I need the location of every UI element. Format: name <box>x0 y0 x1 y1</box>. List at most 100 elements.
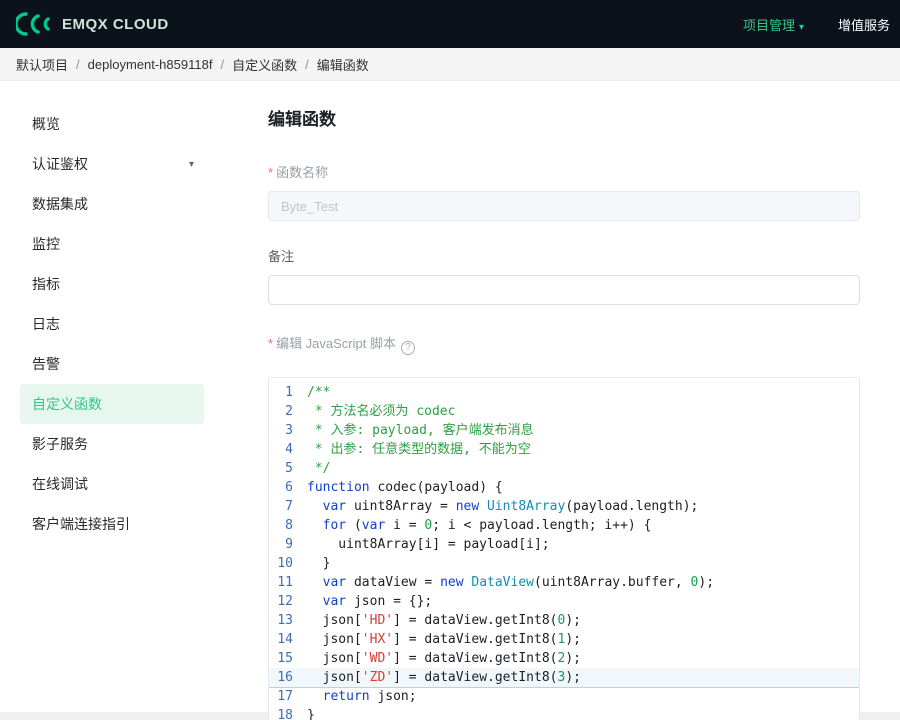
code-line[interactable]: 17 return json; <box>269 687 859 706</box>
nav-project-management[interactable]: 项目管理▾ <box>743 15 804 34</box>
breadcrumb-separator: / <box>220 57 224 72</box>
script-editor[interactable]: 1/**2 * 方法名必须为 codec3 * 入参: payload, 客户端… <box>268 377 860 720</box>
sidebar-item-label: 影子服务 <box>32 434 88 454</box>
sidebar-item-metrics[interactable]: 指标 <box>20 264 204 304</box>
code-line[interactable]: 2 * 方法名必须为 codec <box>269 402 859 421</box>
code-line[interactable]: 14 json['HX'] = dataView.getInt8(1); <box>269 630 859 649</box>
sidebar-item-label: 自定义函数 <box>32 394 102 414</box>
code-line[interactable]: 9 uint8Array[i] = payload[i]; <box>269 535 859 554</box>
required-mark: * <box>268 165 273 180</box>
breadcrumb: 默认项目 / deployment-h859118f / 自定义函数 / 编辑函数 <box>0 48 900 81</box>
top-navbar: EMQX CLOUD 项目管理▾ 增值服务 <box>0 0 900 48</box>
sidebar-item-label: 日志 <box>32 314 60 334</box>
sidebar-item-overview[interactable]: 概览 <box>20 104 204 144</box>
line-number: 12 <box>269 592 307 611</box>
breadcrumb-item[interactable]: 默认项目 <box>16 55 68 74</box>
sidebar-item-logs[interactable]: 日志 <box>20 304 204 344</box>
sidebar-item-alerts[interactable]: 告警 <box>20 344 204 384</box>
line-number: 9 <box>269 535 307 554</box>
code-line-text: json['HX'] = dataView.getInt8(1); <box>307 630 581 649</box>
code-line[interactable]: 7 var uint8Array = new Uint8Array(payloa… <box>269 497 859 516</box>
code-line[interactable]: 4 * 出参: 任意类型的数据, 不能为空 <box>269 440 859 459</box>
code-line-text: for (var i = 0; i < payload.length; i++)… <box>307 516 651 535</box>
line-number: 6 <box>269 478 307 497</box>
line-number: 5 <box>269 459 307 478</box>
breadcrumb-separator: / <box>76 57 80 72</box>
code-line-text: var json = {}; <box>307 592 432 611</box>
code-line-text: var dataView = new DataView(uint8Array.b… <box>307 573 714 592</box>
line-number: 16 <box>269 668 307 687</box>
code-line-text: json['WD'] = dataView.getInt8(2); <box>307 649 581 668</box>
line-number: 4 <box>269 440 307 459</box>
sidebar-item-data-integration[interactable]: 数据集成 <box>20 184 204 224</box>
chevron-down-icon: ▾ <box>189 159 194 170</box>
code-line[interactable]: 13 json['HD'] = dataView.getInt8(0); <box>269 611 859 630</box>
code-lines: 1/**2 * 方法名必须为 codec3 * 入参: payload, 客户端… <box>269 378 859 720</box>
sidebar-item-client-guide[interactable]: 客户端连接指引 <box>20 504 204 544</box>
code-line-text: } <box>307 554 330 573</box>
sidebar-item-label: 客户端连接指引 <box>32 514 130 534</box>
code-line-text: * 出参: 任意类型的数据, 不能为空 <box>307 440 531 459</box>
chevron-down-icon: ▾ <box>799 22 804 33</box>
code-line[interactable]: 6function codec(payload) { <box>269 478 859 497</box>
code-line[interactable]: 15 json['WD'] = dataView.getInt8(2); <box>269 649 859 668</box>
sidebar-item-monitor[interactable]: 监控 <box>20 224 204 264</box>
code-line-text: */ <box>307 459 330 478</box>
breadcrumb-item[interactable]: 自定义函数 <box>232 55 297 74</box>
code-line-text: } <box>307 706 315 720</box>
brand-logo[interactable]: EMQX CLOUD <box>16 11 169 37</box>
breadcrumb-item: 编辑函数 <box>317 55 369 74</box>
sidebar-item-label: 数据集成 <box>32 194 88 214</box>
emqx-logo-icon <box>16 11 54 37</box>
sidebar-item-auth[interactable]: 认证鉴权▾ <box>20 144 204 184</box>
sidebar: 概览认证鉴权▾ 数据集成监控指标日志告警自定义函数影子服务在线调试客户端连接指引 <box>0 81 224 712</box>
code-line[interactable]: 10 } <box>269 554 859 573</box>
required-mark: * <box>268 336 273 351</box>
code-line-text: * 方法名必须为 codec <box>307 402 455 421</box>
function-name-label: *函数名称 <box>268 162 860 181</box>
brand-name: EMQX CLOUD <box>62 16 169 33</box>
note-input[interactable] <box>268 275 860 305</box>
line-number: 15 <box>269 649 307 668</box>
code-line-text: json['ZD'] = dataView.getInt8(3); <box>307 668 581 687</box>
code-line-text: * 入参: payload, 客户端发布消息 <box>307 421 534 440</box>
nav-value-added-services[interactable]: 增值服务 <box>838 15 890 34</box>
line-number: 17 <box>269 687 307 706</box>
line-number: 1 <box>269 383 307 402</box>
code-line[interactable]: 11 var dataView = new DataView(uint8Arra… <box>269 573 859 592</box>
code-line[interactable]: 12 var json = {}; <box>269 592 859 611</box>
code-line[interactable]: 5 */ <box>269 459 859 478</box>
code-line-text: function codec(payload) { <box>307 478 503 497</box>
breadcrumb-item[interactable]: deployment-h859118f <box>88 57 213 72</box>
code-line[interactable]: 18} <box>269 706 859 720</box>
sidebar-item-shadow-service[interactable]: 影子服务 <box>20 424 204 464</box>
code-line[interactable]: 8 for (var i = 0; i < payload.length; i+… <box>269 516 859 535</box>
line-number: 13 <box>269 611 307 630</box>
function-name-input <box>268 191 860 221</box>
code-line[interactable]: 3 * 入参: payload, 客户端发布消息 <box>269 421 859 440</box>
code-line[interactable]: 1/** <box>269 383 859 402</box>
script-label: *编辑 JavaScript 脚本? <box>268 333 860 355</box>
code-line[interactable]: 16 json['ZD'] = dataView.getInt8(3); <box>269 668 859 687</box>
sidebar-item-label: 概览 <box>32 114 60 134</box>
code-line-text: return json; <box>307 687 417 706</box>
code-line-text: /** <box>307 383 330 402</box>
code-line-text: uint8Array[i] = payload[i]; <box>307 535 550 554</box>
line-number: 2 <box>269 402 307 421</box>
code-line-text: var uint8Array = new Uint8Array(payload.… <box>307 497 698 516</box>
line-number: 8 <box>269 516 307 535</box>
sidebar-item-label: 在线调试 <box>32 474 88 494</box>
sidebar-item-online-debug[interactable]: 在线调试 <box>20 464 204 504</box>
code-line-text: json['HD'] = dataView.getInt8(0); <box>307 611 581 630</box>
breadcrumb-separator: / <box>305 57 309 72</box>
line-number: 3 <box>269 421 307 440</box>
line-number: 11 <box>269 573 307 592</box>
line-number: 10 <box>269 554 307 573</box>
sidebar-item-custom-functions[interactable]: 自定义函数 <box>20 384 204 424</box>
line-number: 7 <box>269 497 307 516</box>
main-panel: 编辑函数 *函数名称 备注 *编辑 JavaScript 脚本? 1/**2 *… <box>224 81 900 712</box>
help-icon[interactable]: ? <box>401 341 415 355</box>
sidebar-item-label: 告警 <box>32 354 60 374</box>
line-number: 18 <box>269 706 307 720</box>
sidebar-item-label: 指标 <box>32 274 60 294</box>
